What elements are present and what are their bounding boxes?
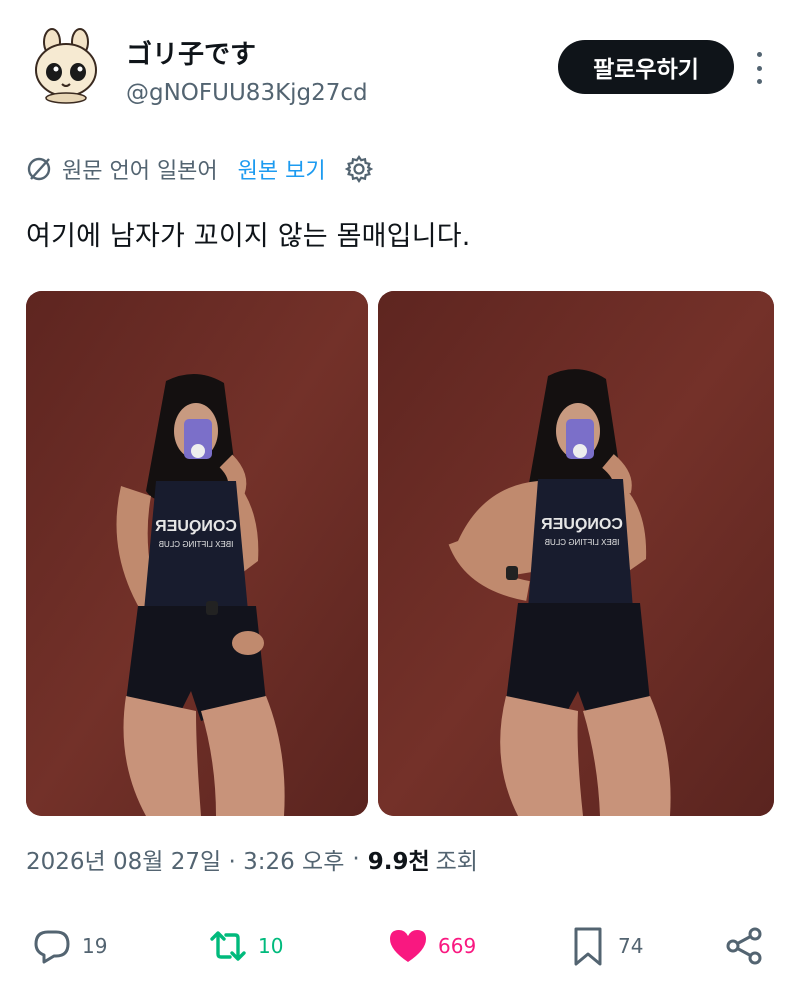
action-bar: 19 10 669 74 bbox=[0, 916, 800, 976]
timestamp[interactable]: 2026년 08월 27일 · 3:26 오후 bbox=[26, 842, 344, 876]
author-display-name[interactable]: ゴリ子です bbox=[126, 34, 256, 71]
follow-button[interactable]: 팔로우하기 bbox=[558, 40, 734, 94]
like-count: 669 bbox=[438, 934, 477, 958]
meta-separator: · bbox=[352, 846, 360, 872]
repost-count: 10 bbox=[258, 934, 284, 958]
shirt-text-line2: IBEX LIFTING CLUB bbox=[545, 538, 620, 547]
tweet-header: ゴリ子です @gNOFUU83Kjg27cd 팔로우하기 bbox=[0, 0, 800, 130]
reply-icon bbox=[34, 930, 70, 964]
shirt-text-line1: CONQUER bbox=[155, 518, 237, 535]
translate-icon bbox=[27, 157, 51, 181]
shirt-text-line1: CONQUER bbox=[541, 516, 623, 533]
author-handle[interactable]: @gNOFUU83Kjg27cd bbox=[126, 80, 368, 106]
tweet-meta: 2026년 08월 27일 · 3:26 오후 · 9.9천 조회 bbox=[26, 842, 478, 876]
tweet-text: 여기에 남자가 꼬이지 않는 몸매입니다. bbox=[26, 221, 471, 252]
views-count: 9.9천 bbox=[367, 849, 430, 875]
share-icon bbox=[726, 927, 762, 965]
bookmark-count: 74 bbox=[618, 934, 644, 958]
translation-bar: 원문 언어 일본어 원본 보기 bbox=[26, 150, 374, 188]
shirt-text-line2: IBEX LIFTING CLUB bbox=[159, 540, 234, 549]
like-button[interactable]: 669 bbox=[386, 916, 476, 976]
avatar[interactable] bbox=[30, 28, 102, 104]
bookmark-icon bbox=[574, 927, 602, 966]
more-options-icon[interactable] bbox=[748, 52, 770, 84]
tweet-photo-2[interactable]: CONQUER IBEX LIFTING CLUB bbox=[378, 291, 774, 816]
heart-icon bbox=[390, 930, 426, 962]
bookmark-button[interactable]: 74 bbox=[566, 916, 643, 976]
repost-button[interactable]: 10 bbox=[206, 916, 283, 976]
views-label: 조회 bbox=[435, 849, 478, 875]
repost-icon bbox=[210, 931, 246, 961]
show-original-link[interactable]: 원본 보기 bbox=[238, 153, 326, 185]
share-button[interactable] bbox=[722, 916, 766, 976]
gear-icon[interactable] bbox=[344, 154, 374, 184]
reply-count: 19 bbox=[82, 934, 108, 958]
reply-button[interactable]: 19 bbox=[30, 916, 107, 976]
source-language-label: 원문 언어 일본어 bbox=[62, 159, 218, 184]
tweet-photo-1[interactable]: CONQUER IBEX LIFTING CLUB bbox=[26, 291, 368, 816]
